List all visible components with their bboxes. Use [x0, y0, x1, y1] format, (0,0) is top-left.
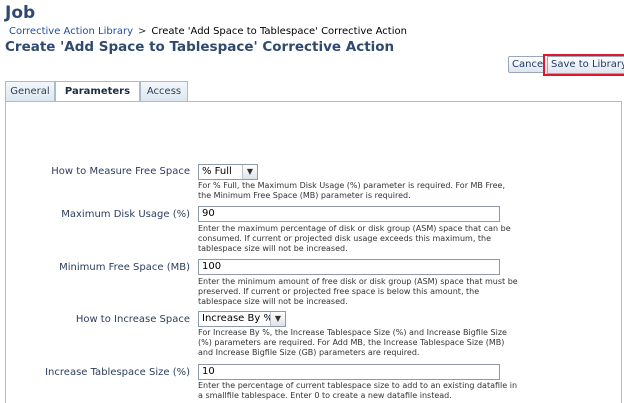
breadcrumb: Corrective Action Library > Create 'Add Sp… — [9, 26, 407, 37]
page: Job Corrective Action Library > Create 'Ad… — [0, 0, 624, 403]
tab-general[interactable]: General — [5, 81, 55, 101]
maximum-disk-usage-input[interactable]: 90 — [198, 206, 500, 222]
breadcrumb-separator: > — [138, 26, 147, 37]
label-how-to-measure-free-space: How to Measure Free Space — [51, 166, 190, 177]
help-minimum-free-space: Enter the minimum amount of free disk or… — [198, 277, 518, 306]
tab-access[interactable]: Access — [140, 81, 188, 101]
increase-tablespace-size-input[interactable]: 10 — [198, 364, 500, 380]
measure-free-space-select[interactable]: % Full ▼ — [198, 164, 258, 180]
increase-space-select[interactable]: Increase By % ▼ — [198, 311, 286, 327]
help-how-to-measure-free-space: For % Full, the Maximum Disk Usage (%) p… — [198, 181, 505, 200]
tab-parameters[interactable]: Parameters — [55, 81, 140, 102]
chevron-down-icon: ▼ — [242, 165, 257, 179]
breadcrumb-link-corrective-action-library[interactable]: Corrective Action Library — [9, 26, 133, 37]
page-title: Create 'Add Space to Tablespace' Correct… — [5, 39, 395, 55]
app-title: Job — [5, 3, 36, 23]
breadcrumb-current: Create 'Add Space to Tablespace' Correct… — [151, 26, 407, 37]
label-maximum-disk-usage: Maximum Disk Usage (%) — [61, 209, 190, 220]
label-minimum-free-space: Minimum Free Space (MB) — [59, 262, 190, 273]
increase-space-value: Increase By % — [202, 313, 273, 324]
help-how-to-increase-space: For Increase By %, the Increase Tablespa… — [198, 328, 507, 357]
help-increase-tablespace-size: Enter the percentage of current tablespa… — [198, 381, 518, 400]
chevron-down-icon: ▼ — [270, 312, 285, 326]
save-to-library-label: Save to Library — [547, 56, 624, 74]
label-how-to-increase-space: How to Increase Space — [75, 314, 190, 325]
label-increase-tablespace-size: Increase Tablespace Size (%) — [45, 367, 190, 378]
help-maximum-disk-usage: Enter the maximum percentage of disk or … — [198, 224, 511, 253]
measure-free-space-value: % Full — [202, 166, 232, 177]
save-to-library-button[interactable]: Save to Library — [543, 54, 624, 76]
minimum-free-space-input[interactable]: 100 — [198, 259, 500, 275]
